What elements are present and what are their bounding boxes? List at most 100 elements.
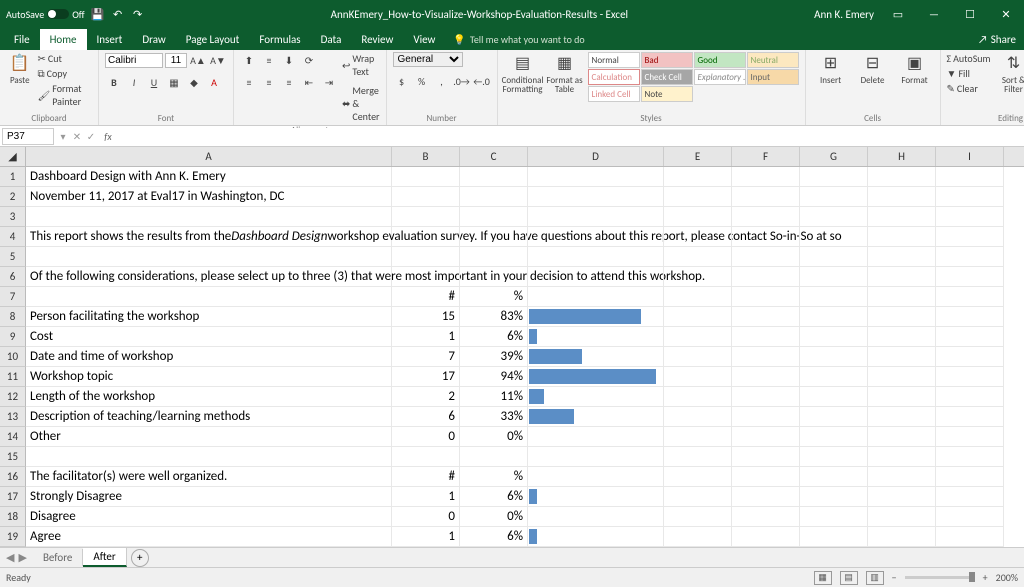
cell-F6[interactable]	[732, 267, 800, 287]
percent-icon[interactable]: %	[413, 73, 431, 89]
cell-F4[interactable]	[732, 227, 800, 247]
font-name-input[interactable]	[105, 53, 163, 68]
cell-E8[interactable]	[664, 307, 732, 327]
row-header-3[interactable]: 3	[0, 207, 26, 227]
sheet-next-icon[interactable]: ▶	[18, 551, 26, 564]
user-name[interactable]: Ann K. Emery	[814, 8, 874, 21]
redo-icon[interactable]: ↷	[131, 7, 145, 21]
cell-G10[interactable]	[800, 347, 868, 367]
cell-C3[interactable]	[460, 207, 528, 227]
merge-center-button[interactable]: ⬌Merge & Center	[342, 84, 380, 123]
cell-D18[interactable]	[528, 507, 664, 527]
format-cells-button[interactable]: ▣Format	[896, 52, 934, 85]
cell-H19[interactable]	[868, 527, 936, 547]
cell-C7[interactable]: %	[460, 287, 528, 307]
cell-B17[interactable]: 1	[392, 487, 460, 507]
cell-E17[interactable]	[664, 487, 732, 507]
font-color-button[interactable]: A	[205, 74, 223, 90]
cell-B7[interactable]: #	[392, 287, 460, 307]
align-center-icon[interactable]: ≡	[260, 74, 278, 90]
cell-B13[interactable]: 6	[392, 407, 460, 427]
cell-B12[interactable]: 2	[392, 387, 460, 407]
cell-I18[interactable]	[936, 507, 1004, 527]
namebox-dropdown-icon[interactable]: ▾	[56, 129, 70, 143]
cell-D9[interactable]	[528, 327, 664, 347]
conditional-formatting-button[interactable]: ▤Conditional Formatting	[504, 52, 542, 94]
cell-F14[interactable]	[732, 427, 800, 447]
cell-F19[interactable]	[732, 527, 800, 547]
sheet-tab-before[interactable]: Before	[33, 549, 83, 566]
cell-C16[interactable]: %	[460, 467, 528, 487]
cell-G19[interactable]	[800, 527, 868, 547]
cell-A1[interactable]: Dashboard Design with Ann K. Emery	[26, 167, 392, 187]
cell-D1[interactable]	[528, 167, 664, 187]
minimize-icon[interactable]: —	[922, 4, 946, 24]
cell-F2[interactable]	[732, 187, 800, 207]
align-bottom-icon[interactable]: ⬇	[280, 52, 298, 68]
cell-A19[interactable]: Agree	[26, 527, 392, 547]
cell-H17[interactable]	[868, 487, 936, 507]
fill-button[interactable]: ▼Fill	[947, 67, 991, 80]
cell-G2[interactable]	[800, 187, 868, 207]
tab-home[interactable]: Home	[40, 29, 87, 50]
cell-H5[interactable]	[868, 247, 936, 267]
cell-F13[interactable]	[732, 407, 800, 427]
cell-B10[interactable]: 7	[392, 347, 460, 367]
row-header-1[interactable]: 1	[0, 167, 26, 187]
style-check-cell[interactable]: Check Cell	[641, 69, 693, 85]
cell-B19[interactable]: 1	[392, 527, 460, 547]
row-header-16[interactable]: 16	[0, 467, 26, 487]
cell-G18[interactable]	[800, 507, 868, 527]
increase-decimal-icon[interactable]: .0→	[453, 73, 471, 89]
cell-G1[interactable]	[800, 167, 868, 187]
cell-I8[interactable]	[936, 307, 1004, 327]
cell-F9[interactable]	[732, 327, 800, 347]
format-painter-button[interactable]: 🖌Format Painter	[38, 82, 92, 108]
add-sheet-button[interactable]: +	[131, 549, 149, 567]
font-size-input[interactable]	[165, 53, 187, 68]
align-top-icon[interactable]: ⬆	[240, 52, 258, 68]
cell-A4[interactable]: This report shows the results from the D…	[26, 227, 392, 247]
page-break-view-icon[interactable]: ▥	[866, 571, 884, 585]
cell-C5[interactable]	[460, 247, 528, 267]
cell-E18[interactable]	[664, 507, 732, 527]
close-icon[interactable]: ✕	[994, 4, 1018, 24]
sort-filter-button[interactable]: ⇅Sort & Filter	[995, 52, 1024, 94]
format-as-table-button[interactable]: ▦Format as Table	[546, 52, 584, 94]
cell-D2[interactable]	[528, 187, 664, 207]
cell-H7[interactable]	[868, 287, 936, 307]
bold-button[interactable]: B	[105, 74, 123, 90]
cell-G7[interactable]	[800, 287, 868, 307]
tab-review[interactable]: Review	[351, 29, 403, 50]
row-header-15[interactable]: 15	[0, 447, 26, 467]
styles-gallery[interactable]: Normal Bad Good Neutral Calculation Chec…	[588, 52, 799, 102]
cell-I16[interactable]	[936, 467, 1004, 487]
wrap-text-button[interactable]: ↩Wrap Text	[342, 52, 380, 78]
tab-page-layout[interactable]: Page Layout	[176, 29, 250, 50]
zoom-in-icon[interactable]: +	[983, 571, 988, 584]
zoom-level[interactable]: 200%	[996, 571, 1018, 584]
cell-E7[interactable]	[664, 287, 732, 307]
undo-icon[interactable]: ↶	[111, 7, 125, 21]
cell-F17[interactable]	[732, 487, 800, 507]
row-header-12[interactable]: 12	[0, 387, 26, 407]
row-header-7[interactable]: 7	[0, 287, 26, 307]
cell-A13[interactable]: Description of teaching/learning methods	[26, 407, 392, 427]
worksheet-grid[interactable]: ◢ A B C D E F G H I 1Dashboard Design wi…	[0, 147, 1024, 547]
cell-C13[interactable]: 33%	[460, 407, 528, 427]
cell-E6[interactable]	[664, 267, 732, 287]
cell-F8[interactable]	[732, 307, 800, 327]
increase-font-icon[interactable]: A▲	[189, 52, 207, 68]
cell-H4[interactable]	[868, 227, 936, 247]
insert-cells-button[interactable]: ⊞Insert	[812, 52, 850, 85]
cell-H14[interactable]	[868, 427, 936, 447]
cell-I10[interactable]	[936, 347, 1004, 367]
cell-A9[interactable]: Cost	[26, 327, 392, 347]
cell-E10[interactable]	[664, 347, 732, 367]
cell-C14[interactable]: 0%	[460, 427, 528, 447]
col-header-A[interactable]: A	[26, 147, 392, 166]
cell-I2[interactable]	[936, 187, 1004, 207]
cell-D7[interactable]	[528, 287, 664, 307]
ribbon-options-icon[interactable]: ▭	[886, 4, 910, 24]
cell-G12[interactable]	[800, 387, 868, 407]
